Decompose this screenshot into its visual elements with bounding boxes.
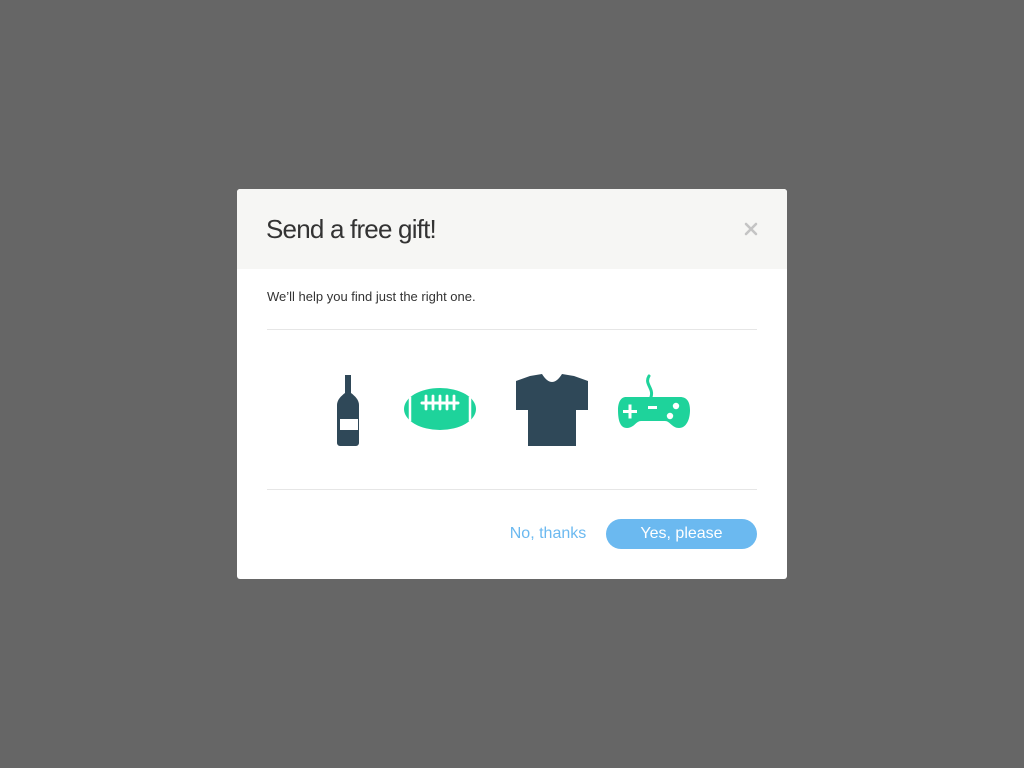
divider bbox=[267, 489, 757, 490]
gamepad-icon bbox=[618, 374, 690, 428]
t-shirt-icon bbox=[516, 374, 588, 446]
yes-please-button[interactable]: Yes, please bbox=[606, 519, 757, 549]
gift-option-football[interactable] bbox=[400, 372, 480, 448]
gift-modal: Send a free gift! We’ll help you find ju… bbox=[237, 189, 787, 579]
modal-header: Send a free gift! bbox=[237, 189, 787, 269]
modal-title: Send a free gift! bbox=[266, 214, 437, 244]
football-icon bbox=[404, 388, 476, 430]
gift-option-t-shirt[interactable] bbox=[512, 372, 592, 448]
close-button[interactable] bbox=[737, 215, 765, 243]
gift-option-wine[interactable] bbox=[309, 372, 389, 448]
close-icon bbox=[744, 222, 758, 236]
no-thanks-button[interactable]: No, thanks bbox=[499, 519, 597, 549]
divider bbox=[267, 329, 757, 330]
modal-subtitle: We’ll help you find just the right one. bbox=[267, 289, 476, 304]
gift-option-gamepad[interactable] bbox=[614, 372, 694, 448]
wine-bottle-icon bbox=[337, 375, 359, 446]
